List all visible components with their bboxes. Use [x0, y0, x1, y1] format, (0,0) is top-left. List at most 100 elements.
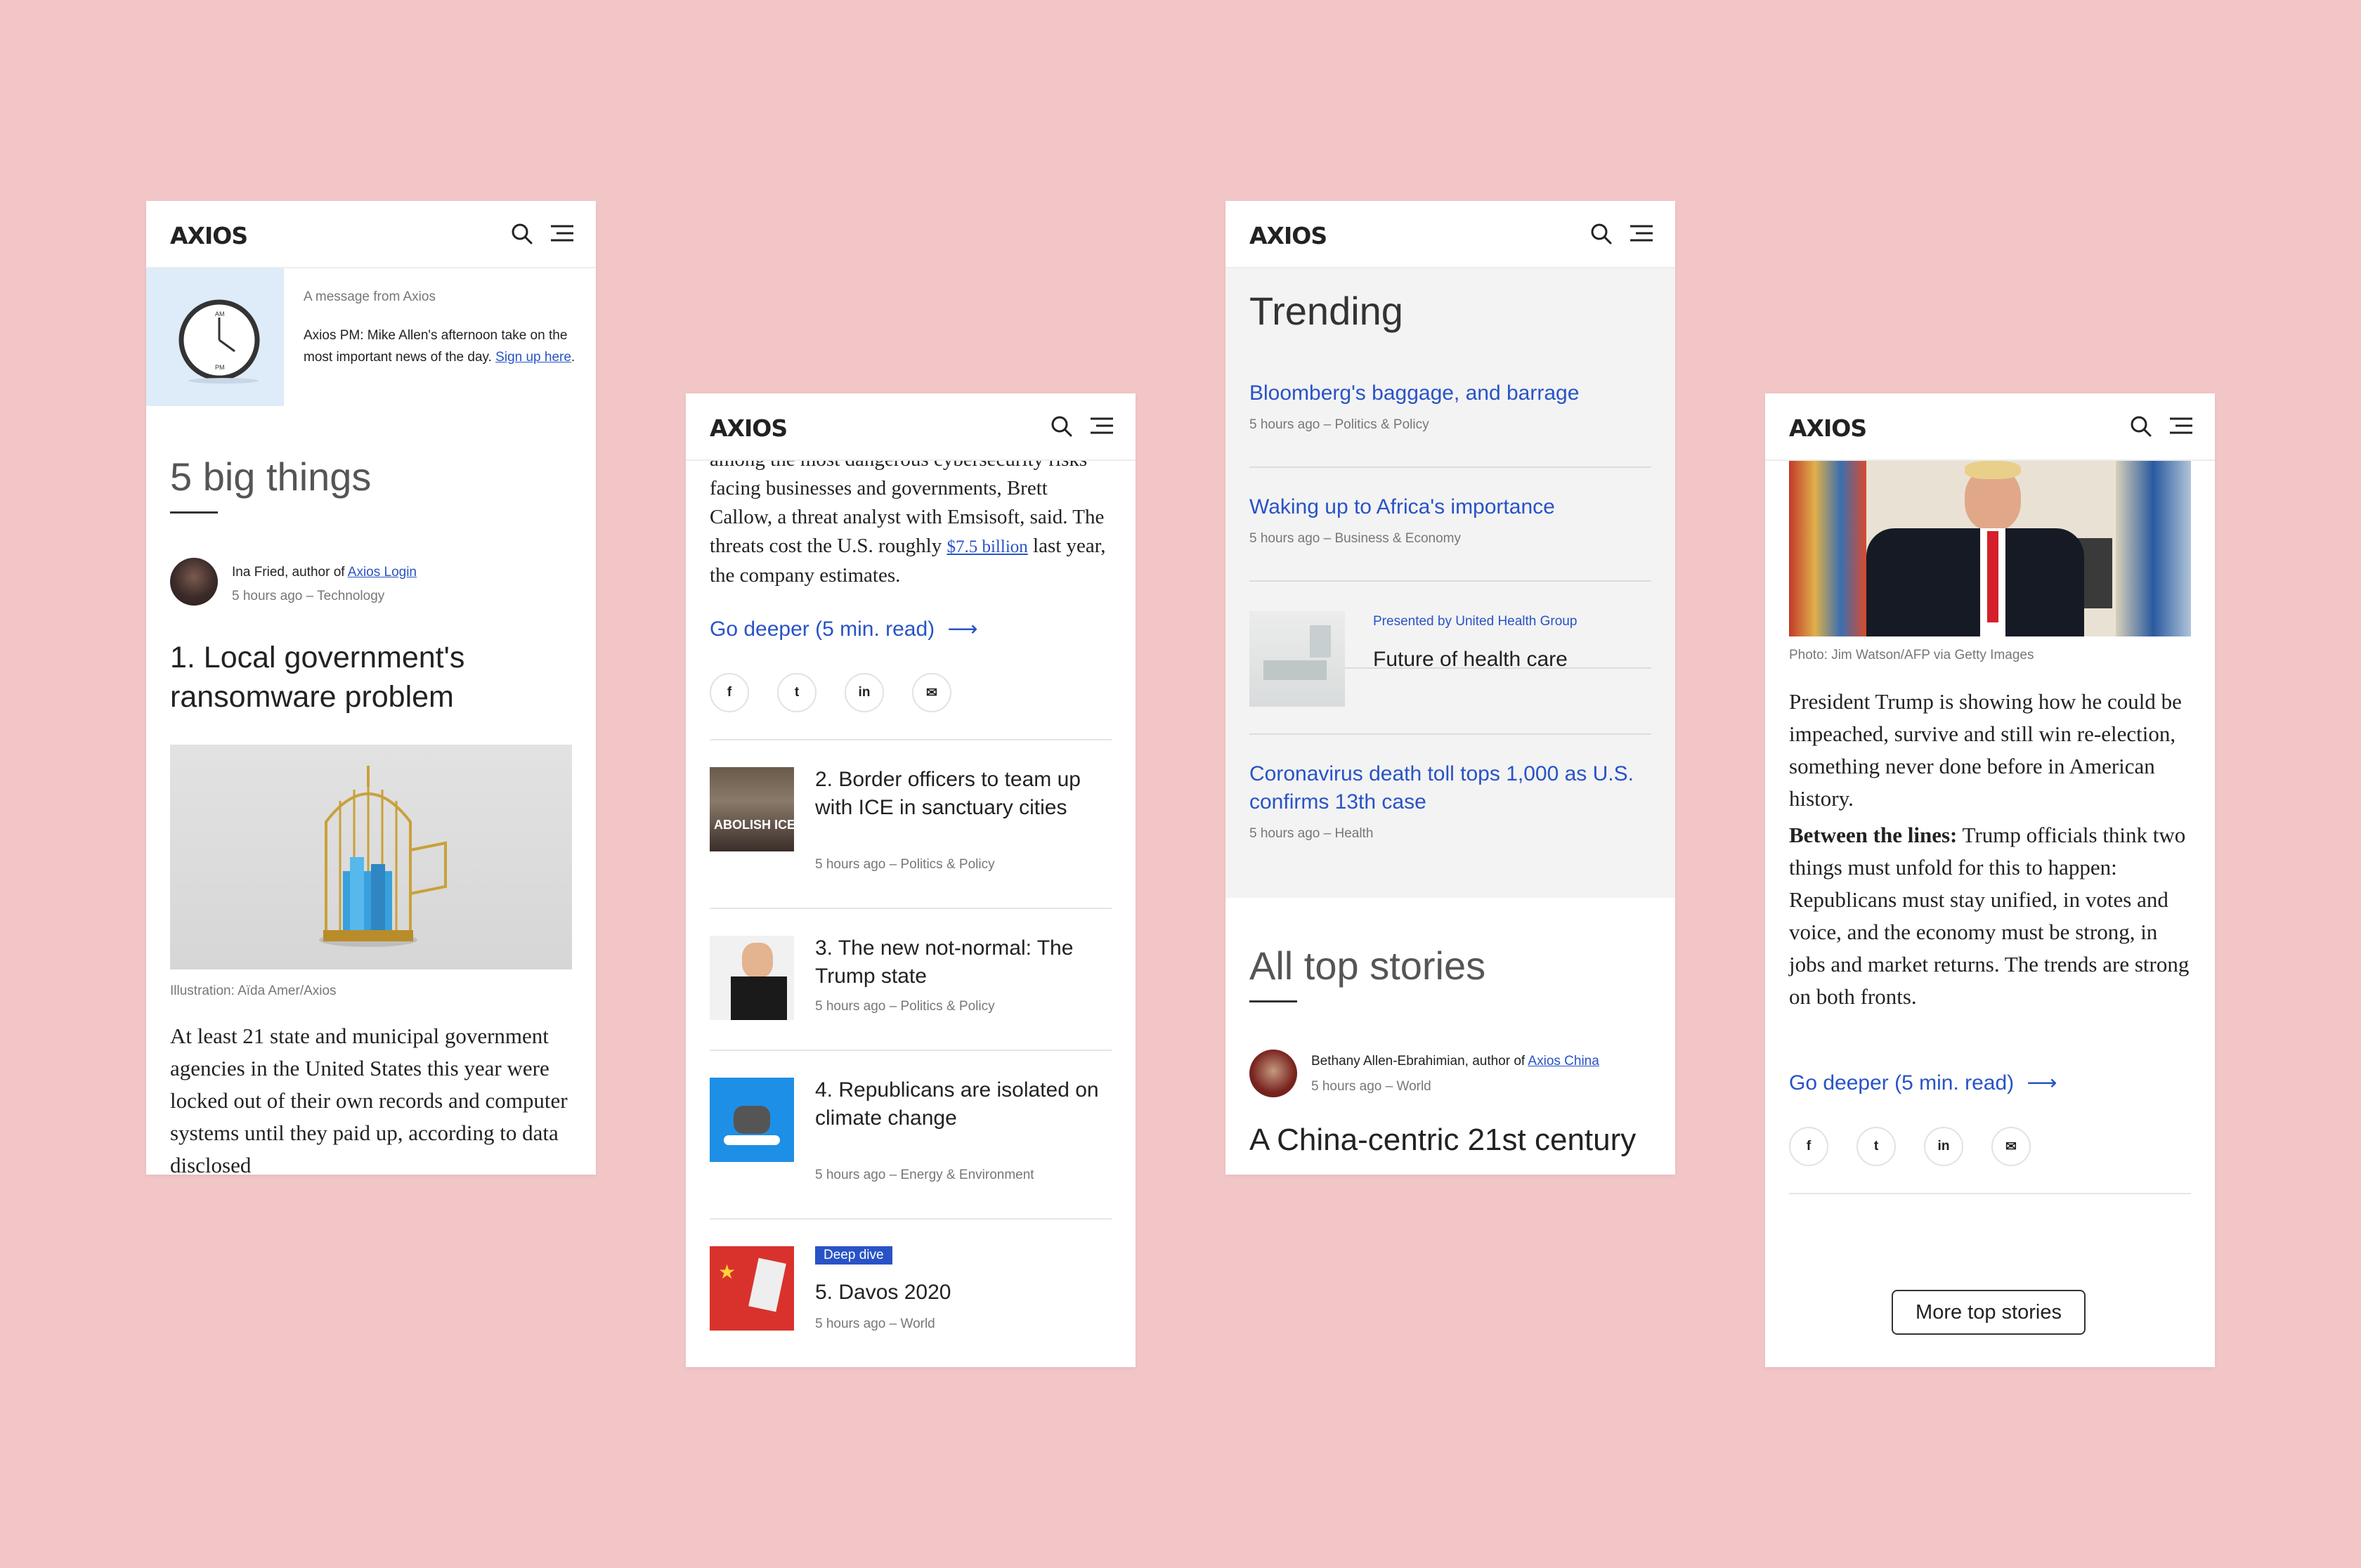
divider: [1249, 466, 1651, 468]
story-thumbnail: ★: [710, 1246, 794, 1331]
clock-icon: AM PM: [178, 299, 260, 384]
trending-item[interactable]: Bloomberg's baggage, and barrage 5 hours…: [1249, 379, 1651, 433]
go-deeper-label: Go deeper (5 min. read): [710, 618, 935, 641]
story-title: 3. The new not-normal: The Trump state: [815, 936, 1074, 988]
menu-icon[interactable]: [2168, 416, 2194, 436]
go-deeper-label: Go deeper (5 min. read): [1789, 1071, 2015, 1095]
article-body-continued: among the most dangerous cybersecurity r…: [710, 445, 1112, 590]
trending-section: Trending Bloomberg's baggage, and barrag…: [1225, 268, 1675, 898]
all-stories-title: All top stories: [1249, 943, 1486, 988]
promo-banner: AM PM A message from Axios Axios PM: Mik…: [146, 268, 596, 406]
clock-pm-label: PM: [215, 364, 225, 371]
story-meta: 5 hours ago – Energy & Environment: [815, 1168, 1034, 1182]
story-title: 4. Republicans are isolated on climate c…: [815, 1078, 1099, 1130]
author-prefix: Ina Fried, author of: [232, 565, 348, 580]
trending-title: Trending: [1249, 289, 1403, 333]
axios-logo[interactable]: AXIOS: [710, 414, 788, 442]
between-the-lines-text: Trump officials think two things must un…: [1789, 823, 2190, 1009]
story-item[interactable]: ABOLISH ICE 2. Border officers to team u…: [686, 739, 1136, 908]
trending-item[interactable]: Waking up to Africa's importance 5 hours…: [1249, 493, 1651, 547]
story-thumbnail: ABOLISH ICE: [710, 767, 794, 851]
site-header: AXIOS: [1765, 393, 2215, 461]
photo-caption: Photo: Jim Watson/AFP via Getty Images: [1789, 648, 2034, 662]
signup-link[interactable]: Sign up here: [495, 350, 571, 365]
article-headline[interactable]: A China-centric 21st century: [1249, 1123, 1671, 1158]
deep-dive-badge: Deep dive: [815, 1246, 892, 1265]
twitter-share-icon[interactable]: t: [1856, 1127, 1896, 1166]
between-the-lines: Between the lines: Trump officials think…: [1789, 819, 2191, 1013]
email-share-icon[interactable]: ✉: [1991, 1127, 2031, 1166]
promo-image: AM PM: [146, 268, 284, 406]
clock-am-label: AM: [215, 311, 225, 318]
sponsored-title: Future of health care: [1373, 648, 1568, 671]
newsletter-link[interactable]: Axios China: [1528, 1054, 1599, 1069]
newsletter-link[interactable]: Axios Login: [348, 565, 417, 580]
arrow-right-icon: ⟶: [2027, 1071, 2057, 1095]
sponsored-thumbnail: [1249, 611, 1345, 707]
story-item[interactable]: 3. The new not-normal: The Trump state 5…: [686, 908, 1136, 1050]
article-body: President Trump is showing how he could …: [1789, 689, 2182, 811]
trending-item-title: Coronavirus death toll tops 1,000 as U.S…: [1249, 762, 1634, 814]
article-body: At least 21 state and municipal governme…: [170, 1024, 568, 1175]
trending-item-title: Bloomberg's baggage, and barrage: [1249, 381, 1580, 405]
go-deeper-link[interactable]: Go deeper (5 min. read) ⟶: [710, 617, 978, 641]
cost-link[interactable]: $7.5 billion: [947, 537, 1027, 556]
search-icon[interactable]: [2129, 414, 2153, 438]
story-meta: 5 hours ago – Politics & Policy: [815, 857, 995, 872]
author-line: Ina Fried, author of Axios Login: [232, 565, 417, 580]
more-top-stories-button[interactable]: More top stories: [1892, 1290, 2086, 1335]
story-meta: 5 hours ago – Politics & Policy: [815, 999, 995, 1014]
story-item[interactable]: 4. Republicans are isolated on climate c…: [686, 1050, 1136, 1218]
promo-period: .: [571, 350, 575, 365]
menu-icon[interactable]: [1629, 223, 1654, 243]
trending-item[interactable]: Coronavirus death toll tops 1,000 as U.S…: [1249, 760, 1651, 842]
search-icon[interactable]: [510, 222, 534, 246]
phone-screen-trending: AXIOS Trending Bloomberg's baggage, and …: [1225, 201, 1675, 1175]
story-thumbnail: [710, 936, 794, 1020]
protest-sign-text: ABOLISH ICE: [714, 818, 794, 832]
menu-icon[interactable]: [549, 223, 575, 243]
story-item[interactable]: ★ Deep dive 5. Davos 2020 5 hours ago – …: [686, 1218, 1136, 1367]
author-avatar[interactable]: [1249, 1050, 1297, 1097]
arrow-right-icon: ⟶: [947, 618, 978, 641]
story-title: 5. Davos 2020: [815, 1281, 951, 1304]
between-the-lines-label: Between the lines:: [1789, 823, 1958, 847]
search-icon[interactable]: [1589, 222, 1613, 246]
phone-screen-story-list: AXIOS among the most dangerous cybersecu…: [686, 393, 1136, 1367]
email-share-icon[interactable]: ✉: [912, 673, 951, 712]
twitter-share-icon[interactable]: t: [777, 673, 817, 712]
divider: [1249, 733, 1651, 735]
divider: [1249, 580, 1651, 582]
section-title-underline: [170, 511, 218, 514]
linkedin-share-icon[interactable]: in: [845, 673, 884, 712]
linkedin-share-icon[interactable]: in: [1924, 1127, 1963, 1166]
illustration-caption: Illustration: Aïda Amer/Axios: [170, 984, 337, 998]
all-stories-underline: [1249, 1000, 1297, 1002]
go-deeper-link[interactable]: Go deeper (5 min. read) ⟶: [1789, 1071, 2057, 1095]
author-avatar[interactable]: [170, 558, 218, 606]
phone-screen-big-things: AXIOS AM PM A message from Axios Axios P…: [146, 201, 596, 1175]
menu-icon[interactable]: [1089, 416, 1114, 436]
axios-logo[interactable]: AXIOS: [1249, 222, 1327, 249]
article-photo: [1789, 461, 2191, 636]
sponsored-label: Presented by United Health Group: [1373, 614, 1578, 629]
birdcage-illustration: [319, 766, 447, 947]
sponsored-item[interactable]: Presented by United Health Group Future …: [1249, 611, 1651, 710]
facebook-share-icon[interactable]: f: [1789, 1127, 1828, 1166]
article-meta: 5 hours ago – Technology: [232, 589, 385, 603]
story-title: 2. Border officers to team up with ICE i…: [815, 768, 1081, 819]
promo-label: A message from Axios: [304, 289, 436, 304]
phone-screen-article: AXIOS Photo: Jim Watson/AFP via Getty Im…: [1765, 393, 2215, 1367]
facebook-share-icon[interactable]: f: [710, 673, 749, 712]
author-prefix: Bethany Allen-Ebrahimian, author of: [1311, 1054, 1528, 1069]
section-title: 5 big things: [170, 455, 372, 499]
article-headline[interactable]: 1. Local government's ransomware problem: [170, 638, 564, 717]
story-meta: 5 hours ago – World: [815, 1317, 935, 1331]
story-thumbnail: [710, 1078, 794, 1162]
search-icon[interactable]: [1050, 414, 1074, 438]
site-header: AXIOS: [146, 201, 596, 268]
article-meta: 5 hours ago – World: [1311, 1079, 1431, 1094]
axios-logo[interactable]: AXIOS: [1789, 414, 1867, 442]
axios-logo[interactable]: AXIOS: [170, 222, 248, 249]
site-header: AXIOS: [686, 393, 1136, 461]
